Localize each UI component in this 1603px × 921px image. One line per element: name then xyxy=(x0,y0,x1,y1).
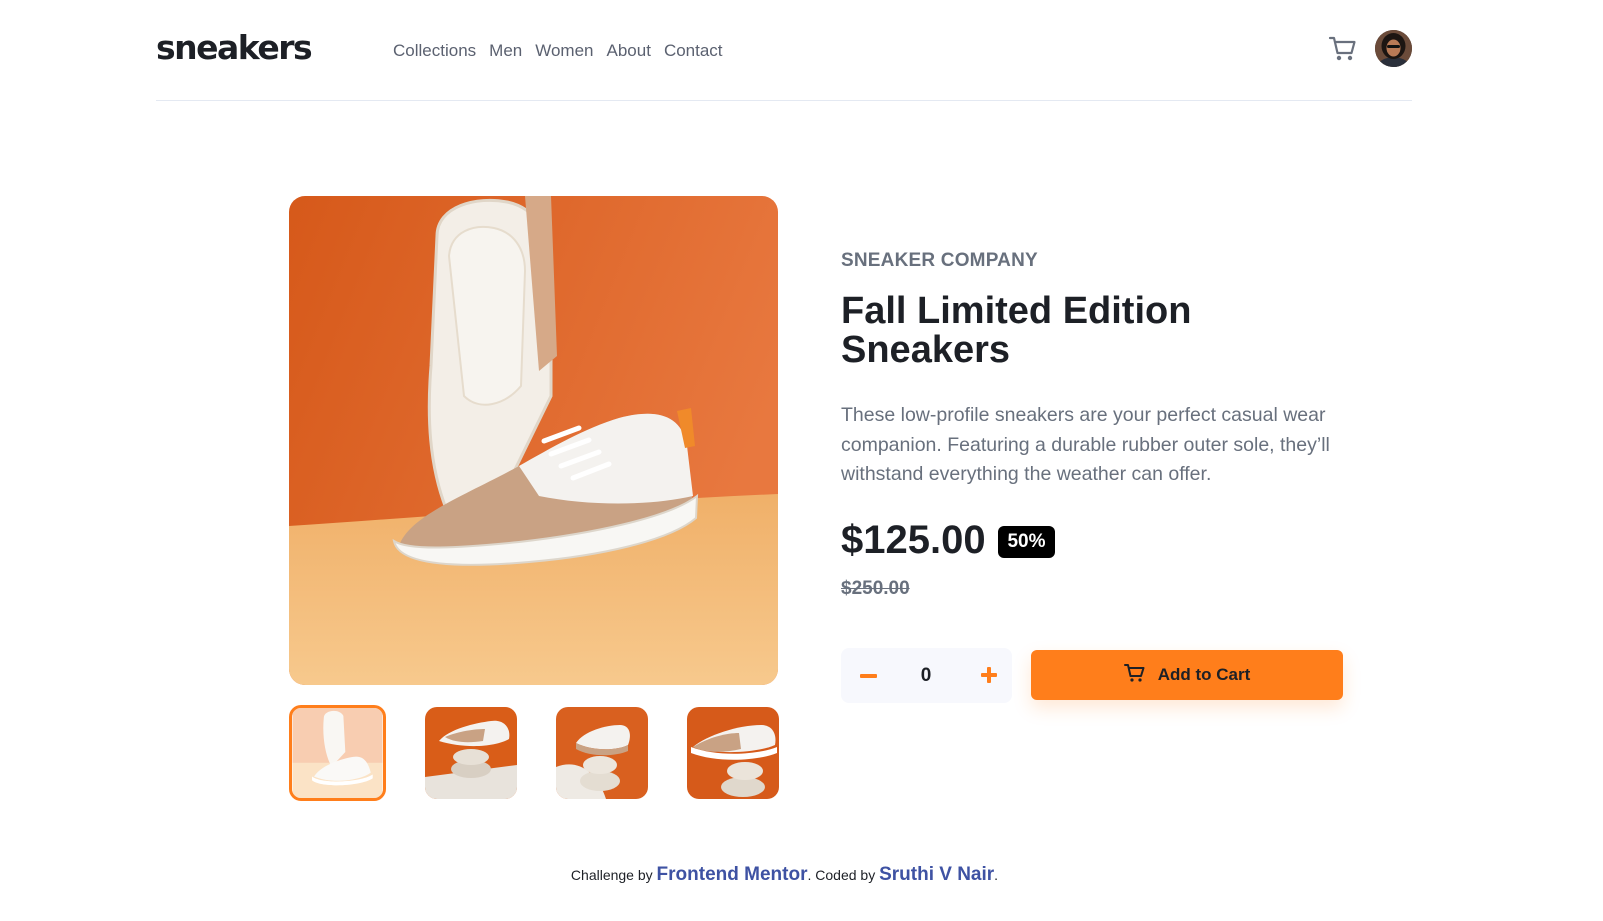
thumbnail-1[interactable] xyxy=(289,705,386,801)
frontend-mentor-link[interactable]: Frontend Mentor xyxy=(657,864,808,885)
main-nav: Collections Men Women About Contact xyxy=(393,41,723,61)
nav-contact[interactable]: Contact xyxy=(664,41,723,61)
logo[interactable]: sneakers xyxy=(156,28,313,67)
thumbnail-3[interactable] xyxy=(556,707,648,799)
avatar[interactable] xyxy=(1375,30,1412,67)
attribution-prefix: Challenge by xyxy=(570,867,657,883)
quantity-value: 0 xyxy=(920,665,932,686)
original-price: $250.00 xyxy=(841,578,910,599)
cart-icon[interactable] xyxy=(1327,32,1359,64)
thumbnail-strip xyxy=(289,705,779,801)
product-description: These low-profile sneakers are your perf… xyxy=(841,404,1330,485)
nav-about[interactable]: About xyxy=(607,41,651,61)
nav-collections[interactable]: Collections xyxy=(393,41,476,61)
author-link[interactable]: Sruthi V Nair xyxy=(879,864,994,885)
minus-icon[interactable] xyxy=(853,660,883,690)
site-header: sneakers Collections Men Women About Con… xyxy=(156,0,1412,101)
add-to-cart-button[interactable]: Add to Cart xyxy=(1031,650,1343,700)
attribution-suffix: . xyxy=(994,867,999,883)
company-name: SNEAKER COMPANY xyxy=(841,250,1038,271)
attribution-footer: Challenge by Frontend Mentor. Coded by S… xyxy=(0,864,1569,886)
product-title: Fall Limited Edition Sneakers xyxy=(841,290,1192,371)
thumbnail-4[interactable] xyxy=(687,707,779,799)
cart-icon xyxy=(1123,663,1146,688)
nav-women[interactable]: Women xyxy=(535,41,593,61)
plus-icon[interactable] xyxy=(974,660,1004,690)
attribution-middle: . Coded by xyxy=(807,867,880,883)
current-price: $125.00 xyxy=(841,518,986,562)
add-to-cart-label: Add to Cart xyxy=(1157,665,1251,684)
quantity-stepper: 0 xyxy=(841,648,1012,703)
thumbnail-2[interactable] xyxy=(425,707,517,799)
product-main-image[interactable] xyxy=(289,196,778,685)
nav-men[interactable]: Men xyxy=(489,41,522,61)
discount-badge: 50% xyxy=(998,526,1055,558)
